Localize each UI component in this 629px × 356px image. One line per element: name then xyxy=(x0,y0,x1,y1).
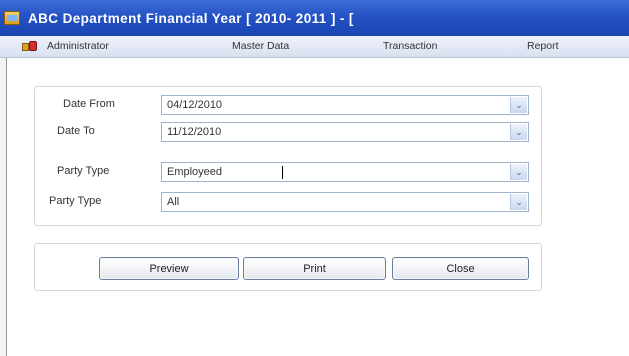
menu-item-administrator[interactable]: Administrator xyxy=(47,40,109,52)
window-titlebar: ABC Department Financial Year [ 2010- 20… xyxy=(0,0,629,36)
close-button[interactable]: Close xyxy=(392,257,529,280)
left-edge-border xyxy=(0,58,7,356)
filter-group-box: Date From 04/12/2010 ⌄ Date To 11/12/201… xyxy=(34,86,542,226)
action-group-box: Preview Print Close xyxy=(34,243,542,291)
chevron-down-icon: ⌄ xyxy=(515,126,523,137)
party-type-row-2: Party Type All ⌄ xyxy=(35,192,543,212)
date-to-label: Date To xyxy=(57,125,95,137)
party-type-row-1: Party Type Employeed ⌄ xyxy=(35,162,543,182)
date-from-label: Date From xyxy=(63,98,115,110)
party-type-dropdown-button-2[interactable]: ⌄ xyxy=(510,194,527,210)
date-from-dropdown-button[interactable]: ⌄ xyxy=(510,97,527,113)
party-type-label-2: Party Type xyxy=(49,195,102,207)
party-type-select-2[interactable]: All ⌄ xyxy=(161,192,529,212)
menu-bar: Administrator Master Data Transaction Re… xyxy=(0,36,629,58)
party-type-value-1: Employeed xyxy=(167,166,223,178)
party-type-dropdown-button-1[interactable]: ⌄ xyxy=(510,164,527,180)
text-caret xyxy=(282,166,283,179)
chevron-down-icon: ⌄ xyxy=(515,166,523,177)
date-to-picker[interactable]: 11/12/2010 ⌄ xyxy=(161,122,529,142)
chevron-down-icon: ⌄ xyxy=(515,99,523,110)
date-from-value: 04/12/2010 xyxy=(167,99,223,111)
party-type-select-1[interactable]: Employeed ⌄ xyxy=(161,162,529,182)
app-menu-icon[interactable] xyxy=(22,40,38,53)
menu-item-master-data[interactable]: Master Data xyxy=(232,40,289,52)
date-from-row: Date From 04/12/2010 ⌄ xyxy=(35,95,543,115)
window-title: ABC Department Financial Year [ 2010- 20… xyxy=(28,10,354,26)
menu-item-transaction[interactable]: Transaction xyxy=(383,40,437,52)
party-type-value-2: All xyxy=(167,196,180,208)
preview-button[interactable]: Preview xyxy=(99,257,239,280)
date-to-row: Date To 11/12/2010 ⌄ xyxy=(35,122,543,142)
date-from-picker[interactable]: 04/12/2010 ⌄ xyxy=(161,95,529,115)
app-window-icon xyxy=(4,11,20,25)
chevron-down-icon: ⌄ xyxy=(515,196,523,207)
date-to-value: 11/12/2010 xyxy=(167,126,222,138)
party-type-label-1: Party Type xyxy=(57,165,110,177)
date-to-dropdown-button[interactable]: ⌄ xyxy=(510,124,527,140)
print-button[interactable]: Print xyxy=(243,257,386,280)
menu-item-report[interactable]: Report xyxy=(527,40,559,52)
